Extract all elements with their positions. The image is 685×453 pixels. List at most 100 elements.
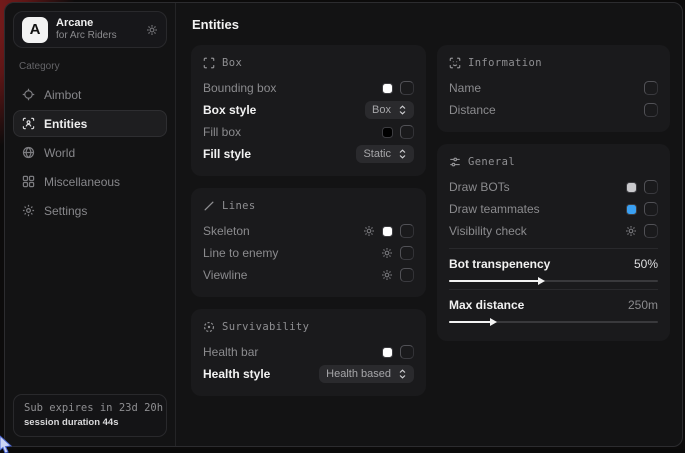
setting-label: Bounding box: [203, 81, 276, 95]
card-header-label: Survivability: [222, 321, 309, 333]
chevrons-up-down-icon: [398, 105, 407, 115]
slider-thumb[interactable]: [538, 277, 545, 285]
sidebar-item-label: Miscellaneous: [44, 175, 120, 189]
setting-label: Health style: [203, 367, 270, 381]
checkbox[interactable]: [400, 345, 414, 359]
setting-row-distance: Distance: [449, 99, 658, 121]
main-content: Entities Box Bounding box: [177, 3, 682, 446]
divider: [449, 289, 658, 290]
dropdown-value: Box: [372, 104, 391, 116]
sidebar-item-settings[interactable]: Settings: [13, 197, 167, 224]
setting-label: Name: [449, 81, 481, 95]
brand-card: A Arcane for Arc Riders: [13, 11, 167, 48]
sub-expires-text: Sub expires in 23d 20h: [24, 402, 156, 414]
setting-row-name: Name: [449, 77, 658, 99]
setting-row-visibility-check: Visibility check: [449, 220, 658, 242]
color-swatch[interactable]: [382, 347, 393, 358]
card-general: General Draw BOTs Draw teammates: [437, 144, 670, 341]
sidebar-item-miscellaneous[interactable]: Miscellaneous: [13, 168, 167, 195]
health-style-dropdown[interactable]: Health based: [319, 365, 414, 383]
setting-label: Viewline: [203, 268, 247, 282]
color-swatch[interactable]: [382, 127, 393, 138]
brand-logo: A: [22, 17, 48, 43]
dropdown-value: Health based: [326, 368, 391, 380]
face-scan-icon: [449, 57, 461, 69]
arcane-window: A Arcane for Arc Riders Category Aimbot: [4, 2, 683, 447]
card-header-label: Information: [468, 57, 542, 69]
brand-name: Arcane: [56, 17, 138, 30]
gear-icon[interactable]: [146, 24, 158, 36]
chevrons-up-down-icon: [398, 149, 407, 159]
sidebar-item-entities[interactable]: Entities: [13, 110, 167, 137]
sidebar-item-label: World: [44, 146, 75, 160]
card-survivability: Survivability Health bar Health style He…: [191, 309, 426, 396]
setting-row-health-style: Health style Health based: [203, 363, 414, 385]
bot-transpenency-slider[interactable]: [449, 280, 658, 282]
setting-row-box-style: Box style Box: [203, 99, 414, 121]
row-settings-gear-icon[interactable]: [363, 225, 375, 237]
row-settings-gear-icon[interactable]: [625, 225, 637, 237]
page-title: Entities: [192, 17, 670, 32]
setting-row-max-distance: Max distance 250m: [449, 295, 658, 314]
setting-label: Health bar: [203, 345, 258, 359]
checkbox[interactable]: [644, 81, 658, 95]
checkbox[interactable]: [644, 180, 658, 194]
color-swatch[interactable]: [382, 226, 393, 237]
card-lines: Lines Skeleton Line to enemy: [191, 188, 426, 297]
scan-corners-icon: [203, 57, 215, 69]
setting-label: Box style: [203, 103, 256, 117]
slider-value: 250m: [628, 298, 658, 312]
brand-text: Arcane for Arc Riders: [56, 17, 138, 41]
setting-row-health-bar: Health bar: [203, 341, 414, 363]
setting-label: Draw teammates: [449, 202, 540, 216]
setting-label: Line to enemy: [203, 246, 278, 260]
checkbox[interactable]: [644, 224, 658, 238]
sidebar-item-label: Aimbot: [44, 88, 81, 102]
chevrons-up-down-icon: [398, 369, 407, 379]
diagonal-line-icon: [203, 200, 215, 212]
setting-label: Draw BOTs: [449, 180, 510, 194]
checkbox[interactable]: [400, 125, 414, 139]
session-duration-text: session duration 44s: [24, 417, 156, 428]
checkbox[interactable]: [400, 246, 414, 260]
setting-label: Fill style: [203, 147, 251, 161]
setting-label: Skeleton: [203, 224, 250, 238]
card-box: Box Bounding box Box style Box: [191, 45, 426, 176]
box-style-dropdown[interactable]: Box: [365, 101, 414, 119]
checkbox[interactable]: [400, 268, 414, 282]
sidebar-item-label: Settings: [44, 204, 87, 218]
card-header-label: Box: [222, 57, 242, 69]
checkbox[interactable]: [400, 224, 414, 238]
max-distance-slider[interactable]: [449, 321, 658, 323]
slider-thumb[interactable]: [490, 318, 497, 326]
setting-row-skeleton: Skeleton: [203, 220, 414, 242]
setting-row-line-to-enemy: Line to enemy: [203, 242, 414, 264]
subscription-status-box: Sub expires in 23d 20h session duration …: [13, 394, 167, 437]
row-settings-gear-icon[interactable]: [381, 247, 393, 259]
slider-value: 50%: [634, 257, 658, 271]
setting-row-viewline: Viewline: [203, 264, 414, 286]
color-swatch[interactable]: [626, 204, 637, 215]
color-swatch[interactable]: [382, 83, 393, 94]
checkbox[interactable]: [400, 81, 414, 95]
mouse-cursor: [0, 435, 14, 453]
card-header-label: General: [468, 156, 515, 168]
setting-row-bot-transpenency: Bot transpenency 50%: [449, 254, 658, 273]
globe-icon: [22, 146, 35, 159]
pulse-icon: [203, 321, 215, 333]
sidebar-item-aimbot[interactable]: Aimbot: [13, 81, 167, 108]
setting-row-draw-teammates: Draw teammates: [449, 198, 658, 220]
crosshair-icon: [22, 88, 35, 101]
color-swatch[interactable]: [626, 182, 637, 193]
dropdown-value: Static: [363, 148, 391, 160]
checkbox[interactable]: [644, 202, 658, 216]
category-label: Category: [19, 61, 161, 72]
checkbox[interactable]: [644, 103, 658, 117]
sidebar-item-world[interactable]: World: [13, 139, 167, 166]
row-settings-gear-icon[interactable]: [381, 269, 393, 281]
setting-label: Fill box: [203, 125, 241, 139]
fill-style-dropdown[interactable]: Static: [356, 145, 414, 163]
grid-icon: [22, 175, 35, 188]
divider: [449, 248, 658, 249]
setting-label: Max distance: [449, 298, 524, 312]
